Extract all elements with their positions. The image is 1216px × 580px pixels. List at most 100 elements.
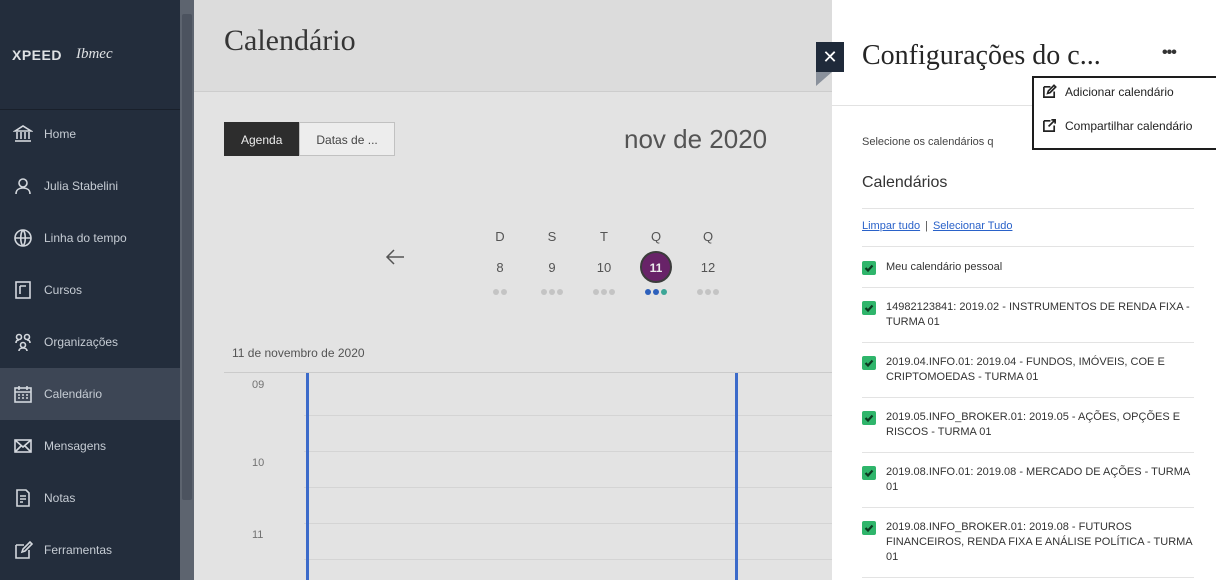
check-icon <box>864 359 874 368</box>
list-item[interactable]: 2019.04.INFO.01: 2019.04 - FUNDOS, IMÓVE… <box>862 343 1194 398</box>
brand-ibmec: Ibmec <box>75 46 113 62</box>
calendar-icon <box>12 383 34 405</box>
share-icon <box>1043 119 1056 132</box>
divider <box>862 208 1194 209</box>
menu-item-add-calendar[interactable]: Adicionar calendário <box>1042 84 1174 99</box>
arrow-left-icon <box>385 249 404 265</box>
day-letter: D <box>495 229 505 244</box>
sidebar-item-calendar[interactable]: Calendário <box>0 368 180 420</box>
check-icon <box>864 469 874 478</box>
sidebar-item-label: Organizações <box>44 335 119 349</box>
event-dots <box>474 284 526 300</box>
divider <box>862 246 1194 247</box>
menu-item-label: Compartilhar calendário <box>1065 118 1193 133</box>
day-column[interactable]: D 8 <box>474 224 526 300</box>
sidebar-scrollbar-thumb[interactable] <box>182 14 192 500</box>
half-hour-line <box>304 487 832 488</box>
check-icon <box>864 414 874 423</box>
edit-icon <box>1043 84 1057 98</box>
panel-title: Configurações do c... <box>862 40 1101 71</box>
day-number-today: 11 <box>640 251 672 283</box>
clear-all-link[interactable]: Limpar tudo <box>862 220 920 232</box>
calendar-name: 2019.05.INFO_BROKER.01: 2019.05 - AÇÕES,… <box>886 411 1181 438</box>
calendar-name: Meu calendário pessoal <box>886 261 1003 273</box>
sidebar-item-messages[interactable]: Mensagens <box>0 420 180 472</box>
list-item[interactable]: 2019.08.INFO.01: 2019.08 - MERCADO DE AÇ… <box>862 453 1194 508</box>
check-icon <box>864 524 874 533</box>
select-all-link[interactable]: Selecionar Tudo <box>933 220 1013 232</box>
day-number: 12 <box>700 259 716 275</box>
check-icon <box>864 264 874 273</box>
sidebar-item-label: Linha do tempo <box>44 231 127 245</box>
day-number: 10 <box>596 259 612 275</box>
tab-agenda[interactable]: Agenda <box>224 122 300 156</box>
sidebar-item-label: Mensagens <box>44 439 107 453</box>
event-bar[interactable] <box>735 373 738 580</box>
sidebar-nav: Home Julia Stabelini Linha do tempo Curs… <box>0 108 180 576</box>
event-dots <box>526 284 578 300</box>
checkbox-checked[interactable] <box>862 301 876 315</box>
hour-label: 10 <box>252 457 265 469</box>
list-item[interactable]: 2019.05.INFO_BROKER.01: 2019.05 - AÇÕES,… <box>862 398 1194 453</box>
calendar-name: 2019.08.INFO_BROKER.01: 2019.08 - FUTURO… <box>886 521 1193 563</box>
calendar-name: 2019.04.INFO.01: 2019.04 - FUNDOS, IMÓVE… <box>886 356 1165 383</box>
event-bar[interactable] <box>306 373 309 580</box>
calendar-name: 14982123841: 2019.02 - INSTRUMENTOS DE R… <box>886 301 1190 328</box>
menu-item-label: Adicionar calendário <box>1065 84 1174 99</box>
week-strip: D 8 S 9 T 10 Q 11 Q 12 <box>474 224 734 300</box>
checkbox-checked[interactable] <box>862 466 876 480</box>
checkbox-checked[interactable] <box>862 411 876 425</box>
calendar-name: 2019.08.INFO.01: 2019.08 - MERCADO DE AÇ… <box>886 466 1190 493</box>
sidebar-item-label: Calendário <box>44 387 103 401</box>
brand-logo[interactable]: XPEED Ibmec <box>0 0 180 110</box>
link-separator: | <box>925 220 928 232</box>
day-column-selected[interactable]: Q 11 <box>630 224 682 300</box>
day-timeline: 09 10 11 <box>224 372 832 580</box>
day-letter: Q <box>702 229 714 244</box>
previous-week-button[interactable] <box>384 246 406 273</box>
hour-label: 11 <box>252 529 264 541</box>
event-dots <box>578 284 630 300</box>
sidebar: XPEED Ibmec Home Julia Stabelini Linha d… <box>0 0 180 580</box>
calendars-heading: Calendários <box>862 174 948 191</box>
sidebar-item-organizations[interactable]: Organizações <box>0 316 180 368</box>
list-item[interactable]: 2019.08.INFO_BROKER.01: 2019.08 - FUTURO… <box>862 508 1194 578</box>
day-letter: Q <box>650 229 662 244</box>
checkbox-checked[interactable] <box>862 261 876 275</box>
more-options-icon[interactable]: ••• <box>1162 44 1177 62</box>
bank-icon <box>12 123 34 145</box>
envelope-icon <box>12 435 34 457</box>
list-item[interactable]: 14982123841: 2019.02 - INSTRUMENTOS DE R… <box>862 288 1194 343</box>
sidebar-item-label: Julia Stabelini <box>44 179 119 193</box>
event-dots <box>682 284 734 300</box>
sidebar-item-grades[interactable]: Notas <box>0 472 180 524</box>
menu-item-share-calendar[interactable]: Compartilhar calendário <box>1042 118 1192 133</box>
user-icon <box>12 175 34 197</box>
half-hour-line <box>304 415 832 416</box>
hour-label: 09 <box>252 379 265 391</box>
close-panel-button[interactable]: ✕ <box>816 42 844 72</box>
checkbox-checked[interactable] <box>862 356 876 370</box>
list-item[interactable]: Meu calendário pessoal <box>862 248 1194 288</box>
calendar-list: Meu calendário pessoal 14982123841: 2019… <box>862 248 1194 578</box>
checkbox-checked[interactable] <box>862 521 876 535</box>
tab-due-dates[interactable]: Datas de ... <box>299 122 395 156</box>
check-icon <box>864 304 874 313</box>
sidebar-item-timeline[interactable]: Linha do tempo <box>0 212 180 264</box>
sidebar-item-courses[interactable]: Cursos <box>0 264 180 316</box>
sidebar-item-label: Notas <box>44 491 76 505</box>
selection-links: Limpar tudo | Selecionar Tudo <box>862 220 1012 232</box>
day-letter: T <box>600 229 608 244</box>
view-tabs: Agenda Datas de ... <box>224 122 395 156</box>
event-dots <box>630 284 682 300</box>
sidebar-item-tools[interactable]: Ferramentas <box>0 524 180 576</box>
calendar-main: Calendário Agenda Datas de ... nov de 20… <box>194 0 832 580</box>
sidebar-item-home[interactable]: Home <box>0 108 180 160</box>
sidebar-item-profile[interactable]: Julia Stabelini <box>0 160 180 212</box>
close-button-fold <box>816 72 832 86</box>
day-column[interactable]: T 10 <box>578 224 630 300</box>
day-column[interactable]: Q 12 <box>682 224 734 300</box>
day-column[interactable]: S 9 <box>526 224 578 300</box>
sidebar-item-label: Cursos <box>44 283 83 297</box>
calendar-header: Calendário <box>194 0 832 92</box>
